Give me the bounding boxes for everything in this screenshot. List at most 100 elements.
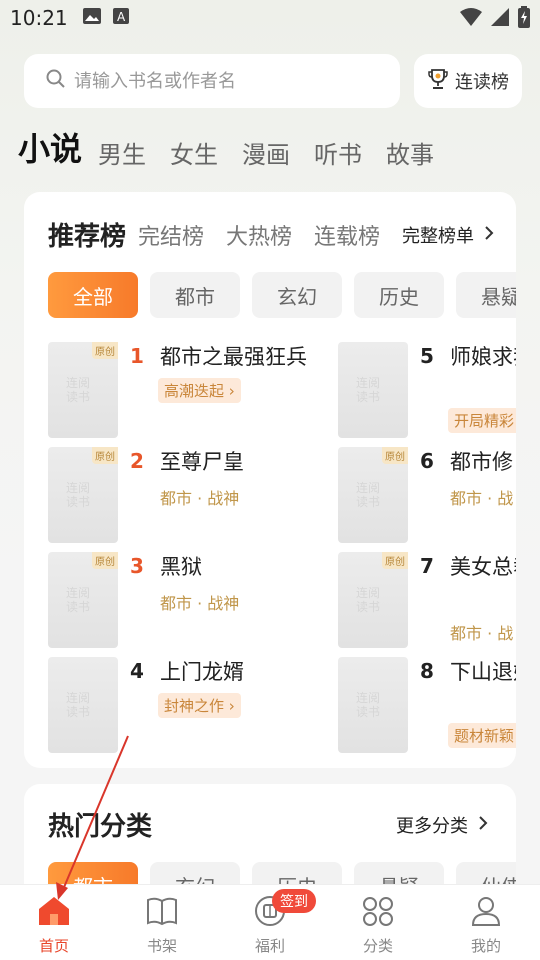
book-title: 美女总裁的保镖 — [450, 555, 516, 579]
book-item[interactable]: 连阅 读书 4 上门龙婿 封神之作 › — [48, 657, 348, 753]
cover-watermark: 连阅 读书 — [356, 376, 381, 404]
rank-number: 3 — [130, 554, 144, 578]
nav-profile[interactable]: 我的 — [432, 885, 540, 960]
original-badge: 原创 — [92, 552, 118, 569]
cover-watermark: 连阅 读书 — [356, 586, 381, 614]
rank-number: 1 — [130, 344, 144, 368]
nav-label: 分类 — [362, 937, 393, 955]
font-icon: A — [112, 6, 130, 30]
ranking-card: 推荐榜 完结榜 大热榜 连载榜 完整榜单 全部 都市 玄幻 历史 悬疑 原创 连… — [24, 192, 516, 768]
book-tag-label: 封神之作 — [164, 697, 225, 715]
book-item[interactable]: 原创 连阅 读书 7 美女总裁的保镖 都市 · 战 — [338, 552, 516, 648]
original-badge: 原创 — [92, 447, 118, 464]
original-badge: 原创 — [92, 342, 118, 359]
book-tag-label: 高潮迭起 — [164, 382, 225, 400]
book-title: 师娘求我下山去祸 — [450, 345, 516, 369]
cover-watermark: 连阅 读书 — [66, 376, 91, 404]
chip-urban[interactable]: 都市 — [150, 272, 240, 318]
rank-button-label: 连读榜 — [455, 72, 509, 93]
more-categories-link[interactable]: 更多分类 — [396, 812, 488, 838]
chevron-right-icon — [484, 225, 494, 246]
book-cover: 原创 连阅 读书 — [48, 447, 118, 543]
wifi-icon — [460, 7, 482, 32]
search-input[interactable] — [74, 70, 374, 92]
rank-number: 2 — [130, 449, 144, 473]
book-tag: 高潮迭起 › — [158, 378, 241, 403]
nav-welfare[interactable]: 签到 福利 — [216, 885, 324, 960]
book-item[interactable]: 原创 连阅 读书 1 都市之最强狂兵 高潮迭起 › — [48, 342, 348, 438]
book-item[interactable]: 连阅 读书 8 下山退婚师娘急 题材新颖 — [338, 657, 516, 753]
signal-icon — [490, 7, 510, 32]
cover-watermark: 连阅 读书 — [66, 691, 91, 719]
nav-category[interactable]: 分类 — [324, 885, 432, 960]
tab-male[interactable]: 男生 — [98, 135, 146, 170]
book-meta: 都市 · 战神 — [160, 594, 240, 613]
bookshelf-icon — [145, 895, 179, 931]
genre-chips: 全部 都市 玄幻 历史 悬疑 — [48, 272, 516, 318]
full-list-link[interactable]: 完整榜单 — [402, 222, 494, 248]
tab-completed-rank[interactable]: 完结榜 — [138, 219, 204, 251]
book-cover: 连阅 读书 — [338, 657, 408, 753]
book-cover: 连阅 读书 — [338, 342, 408, 438]
book-tag: 题材新颖 — [448, 723, 516, 748]
chevron-right-icon: › — [228, 697, 235, 715]
search-bar[interactable] — [24, 54, 400, 108]
more-categories-label: 更多分类 — [396, 816, 468, 837]
original-badge: 原创 — [382, 447, 408, 464]
tab-audiobook[interactable]: 听书 — [314, 135, 362, 170]
tab-novel[interactable]: 小说 — [18, 124, 82, 200]
tab-story[interactable]: 故事 — [386, 135, 434, 170]
rank-number: 5 — [420, 344, 434, 368]
search-icon — [46, 69, 66, 94]
original-badge: 原创 — [382, 552, 408, 569]
rank-number: 7 — [420, 554, 434, 578]
nav-label: 首页 — [38, 937, 69, 955]
book-item[interactable]: 原创 连阅 读书 3 黑狱 都市 · 战神 — [48, 552, 348, 648]
chevron-right-icon — [478, 815, 488, 836]
nav-home[interactable]: 首页 — [0, 885, 108, 960]
book-meta: 都市 · 战神 — [160, 489, 240, 508]
rank-number: 4 — [130, 659, 144, 683]
nav-label: 我的 — [470, 937, 501, 955]
tab-serial-rank[interactable]: 连载榜 — [314, 219, 380, 251]
nav-label: 书架 — [146, 937, 177, 955]
book-title: 都市之最强狂兵 — [160, 345, 307, 369]
chip-history[interactable]: 历史 — [354, 272, 444, 318]
svg-text:A: A — [117, 10, 126, 24]
book-title: 至尊尸皇 — [160, 450, 244, 474]
battery-icon — [518, 6, 530, 33]
book-title: 上门龙婿 — [160, 660, 244, 684]
chip-all[interactable]: 全部 — [48, 272, 138, 318]
rank-number: 8 — [420, 659, 434, 683]
category-icon — [361, 895, 395, 931]
book-meta: 都市 · 战 — [450, 489, 514, 508]
tab-hot-rank[interactable]: 大热榜 — [226, 219, 292, 251]
book-title: 黑狱 — [160, 555, 202, 579]
book-cover: 原创 连阅 读书 — [48, 552, 118, 648]
chip-fantasy[interactable]: 玄幻 — [252, 272, 342, 318]
book-title: 下山退婚师娘急 — [450, 660, 516, 684]
book-cover: 原创 连阅 读书 — [338, 447, 408, 543]
book-cover: 原创 连阅 读书 — [48, 342, 118, 438]
status-indicators — [460, 6, 530, 33]
book-item[interactable]: 连阅 读书 5 师娘求我下山去祸 开局精彩 — [338, 342, 516, 438]
tab-recommended-rank[interactable]: 推荐榜 — [48, 216, 126, 253]
chip-mystery[interactable]: 悬疑 — [456, 272, 516, 318]
nav-bookshelf[interactable]: 书架 — [108, 885, 216, 960]
category-tabs: 小说 男生 女生 漫画 听书 故事 — [18, 124, 458, 200]
cover-watermark: 连阅 读书 — [356, 481, 381, 509]
bottom-navigation: 首页 书架 签到 福利 分类 我的 — [0, 884, 540, 960]
sign-in-badge[interactable]: 签到 — [272, 889, 316, 913]
book-tag: 封神之作 › — [158, 693, 241, 718]
book-tag: 开局精彩 — [448, 408, 516, 433]
book-cover: 原创 连阅 读书 — [338, 552, 408, 648]
book-item[interactable]: 原创 连阅 读书 6 都市修 都市 · 战 — [338, 447, 516, 543]
tab-comic[interactable]: 漫画 — [242, 135, 290, 170]
continuous-read-rank-button[interactable]: 连读榜 — [414, 54, 522, 108]
cover-watermark: 连阅 读书 — [66, 481, 91, 509]
book-item[interactable]: 原创 连阅 读书 2 至尊尸皇 都市 · 战神 — [48, 447, 348, 543]
full-list-label: 完整榜单 — [402, 226, 474, 247]
hot-categories-title: 热门分类 — [48, 812, 153, 842]
tab-female[interactable]: 女生 — [170, 135, 218, 170]
cover-watermark: 连阅 读书 — [66, 586, 91, 614]
